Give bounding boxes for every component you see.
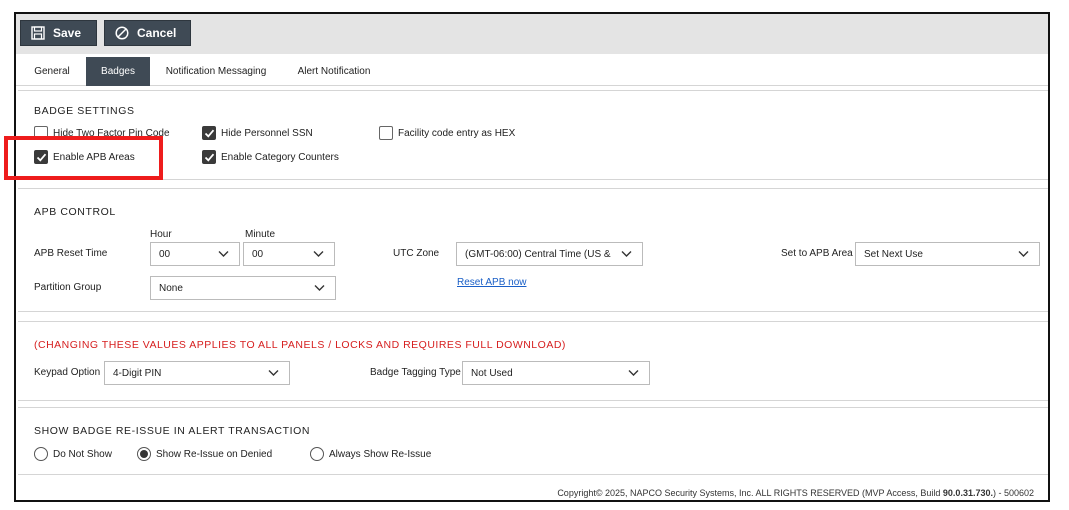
radio-label: Do Not Show <box>53 448 112 460</box>
radio-selected-icon <box>137 447 151 461</box>
badge-reissue-title: SHOW BADGE RE-ISSUE IN ALERT TRANSACTION <box>34 425 311 437</box>
enable-category-counters-checkbox[interactable]: Enable Category Counters <box>202 150 339 164</box>
full-download-warning: (CHANGING THESE VALUES APPLIES TO ALL PA… <box>34 339 566 351</box>
set-apb-area-value: Set Next Use <box>864 248 923 260</box>
tab-general[interactable]: General <box>22 57 82 86</box>
checkbox-label: Facility code entry as HEX <box>398 127 516 139</box>
tab-notification-messaging[interactable]: Notification Messaging <box>156 57 276 86</box>
highlight-box <box>4 136 163 180</box>
minute-value: 00 <box>252 248 264 260</box>
cancel-label: Cancel <box>137 26 177 40</box>
keypad-option-select[interactable]: 4-Digit PIN <box>104 361 290 385</box>
apb-control-panel: APB CONTROL Hour Minute APB Reset Time 0… <box>18 188 1048 312</box>
save-icon <box>31 26 45 40</box>
badge-reissue-panel: SHOW BADGE RE-ISSUE IN ALERT TRANSACTION… <box>18 407 1048 475</box>
partition-group-select[interactable]: None <box>150 276 336 300</box>
chevron-down-icon <box>621 251 632 257</box>
radio-show-reissue-denied[interactable]: Show Re-Issue on Denied <box>137 447 272 461</box>
chevron-down-icon <box>268 370 279 376</box>
badge-settings-title: BADGE SETTINGS <box>34 105 135 117</box>
hour-value: 00 <box>159 248 171 260</box>
chevron-down-icon <box>314 285 325 291</box>
checkbox-unchecked-icon <box>379 126 393 140</box>
radio-unselected-icon <box>34 447 48 461</box>
reset-apb-now-link[interactable]: Reset APB now <box>457 277 526 288</box>
utc-zone-label: UTC Zone <box>393 248 440 259</box>
copyright-footer: Copyright© 2025, NAPCO Security Systems,… <box>16 488 1048 498</box>
save-label: Save <box>53 26 82 40</box>
set-apb-area-select[interactable]: Set Next Use <box>855 242 1040 266</box>
badge-tagging-type-select[interactable]: Not Used <box>462 361 650 385</box>
facility-code-hex-checkbox[interactable]: Facility code entry as HEX <box>379 126 515 140</box>
radio-do-not-show[interactable]: Do Not Show <box>34 447 112 461</box>
keypad-option-label: Keypad Option <box>34 367 101 378</box>
apb-reset-time-label: APB Reset Time <box>34 248 108 259</box>
hour-label: Hour <box>150 229 172 240</box>
checkbox-checked-icon <box>202 126 216 140</box>
copyright-suffix: ) - 500602 <box>992 488 1034 498</box>
copyright-text: Copyright© 2025, NAPCO Security Systems,… <box>557 488 943 498</box>
cancel-button[interactable]: Cancel <box>104 20 191 46</box>
chevron-down-icon <box>313 251 324 257</box>
full-download-panel: (CHANGING THESE VALUES APPLIES TO ALL PA… <box>18 321 1048 401</box>
radio-unselected-icon <box>310 447 324 461</box>
build-number: 90.0.31.730. <box>942 488 993 498</box>
tab-bar: General Badges Notification Messaging Al… <box>16 54 1048 86</box>
checkbox-label: Enable Category Counters <box>221 151 339 163</box>
minute-select[interactable]: 00 <box>243 242 335 266</box>
tab-badges[interactable]: Badges <box>86 57 150 86</box>
badge-tagging-type-value: Not Used <box>471 367 513 379</box>
chevron-down-icon <box>628 370 639 376</box>
keypad-option-value: 4-Digit PIN <box>113 367 162 379</box>
settings-window: Save Cancel General Badges Notification … <box>14 12 1050 502</box>
hide-personnel-ssn-checkbox[interactable]: Hide Personnel SSN <box>202 126 313 140</box>
utc-zone-value: (GMT-06:00) Central Time (US & <box>465 248 611 260</box>
toolbar: Save Cancel <box>16 14 1048 54</box>
radio-label: Show Re-Issue on Denied <box>156 448 273 460</box>
radio-label: Always Show Re-Issue <box>329 448 432 460</box>
minute-label: Minute <box>245 229 276 240</box>
hour-select[interactable]: 00 <box>150 242 240 266</box>
apb-control-title: APB CONTROL <box>34 206 116 218</box>
partition-group-label: Partition Group <box>34 282 102 293</box>
utc-zone-select[interactable]: (GMT-06:00) Central Time (US & <box>456 242 643 266</box>
set-apb-area-label: Set to APB Area <box>781 248 853 259</box>
save-button[interactable]: Save <box>20 20 97 46</box>
partition-group-value: None <box>159 282 183 294</box>
radio-always-show-reissue[interactable]: Always Show Re-Issue <box>310 447 431 461</box>
tab-alert-notification[interactable]: Alert Notification <box>288 57 380 86</box>
badge-tagging-type-label: Badge Tagging Type <box>370 367 461 378</box>
chevron-down-icon <box>218 251 229 257</box>
badge-settings-panel: BADGE SETTINGS Hide Two Factor Pin Code … <box>18 90 1048 180</box>
chevron-down-icon <box>1018 251 1029 257</box>
cancel-icon <box>115 26 129 40</box>
checkbox-label: Hide Personnel SSN <box>221 127 313 139</box>
checkbox-checked-icon <box>202 150 216 164</box>
